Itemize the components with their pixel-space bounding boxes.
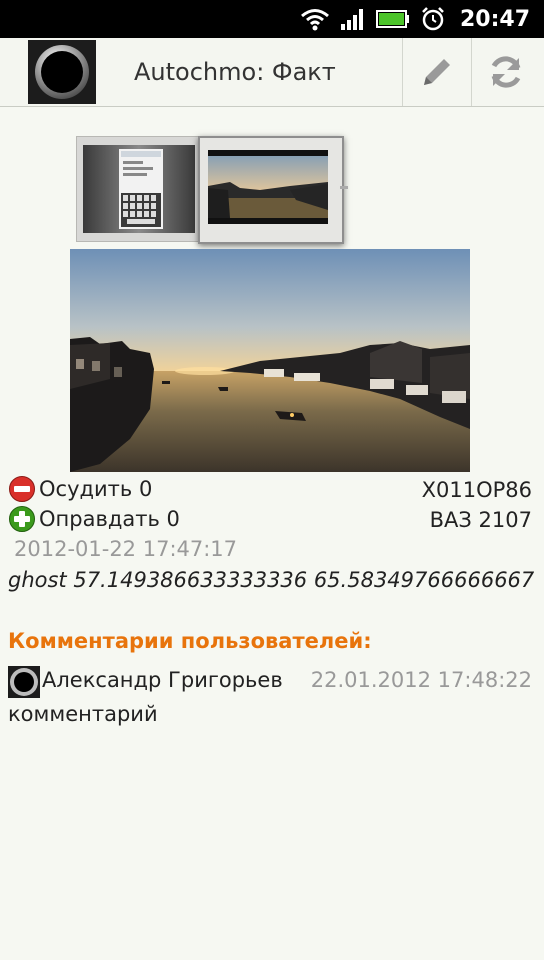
fact-datetime: 2012-01-22 17:47:17 [14, 537, 238, 561]
condemn-button[interactable]: Осудить 0 [39, 477, 152, 501]
condemn-row: Осудить 0 Х011ОР86 [8, 475, 536, 505]
car-model: ВАЗ 2107 [429, 508, 532, 532]
refresh-button[interactable] [471, 38, 540, 106]
signal-icon [340, 9, 363, 30]
user-avatar-icon [8, 666, 40, 698]
app-logo-icon[interactable] [28, 40, 96, 104]
comment-author: Александр Григорьев [42, 668, 283, 692]
comment-text: комментарий [8, 702, 158, 726]
main-photo[interactable] [70, 249, 470, 472]
justify-row: Оправдать 0 ВАЗ 2107 [8, 505, 536, 535]
status-icons: 20:47 [300, 0, 530, 38]
license-plate: Х011ОР86 [421, 478, 532, 502]
alarm-icon [422, 7, 444, 31]
edit-pencil-icon [424, 59, 450, 85]
edit-button[interactable] [402, 38, 471, 106]
fact-location: ghost 57.149386633333336 65.583497666666… [8, 568, 535, 592]
photo-thumbnail[interactable] [76, 136, 202, 242]
status-bar: 20:47 [0, 0, 544, 38]
comment-date: 22.01.2012 17:48:22 [310, 668, 532, 692]
justify-button[interactable]: Оправдать 0 [39, 507, 180, 531]
page-title: Autochmo: Факт [134, 58, 336, 86]
comment-item: Александр Григорьев 22.01.2012 17:48:22 [8, 666, 536, 698]
refresh-icon [491, 56, 521, 88]
condemn-minus-icon[interactable] [8, 475, 36, 503]
status-time: 20:47 [459, 6, 530, 32]
wifi-icon [301, 9, 329, 31]
action-bar: Autochmo: Факт [0, 38, 544, 107]
comments-header: Комментарии пользователей: [8, 629, 372, 653]
justify-plus-icon[interactable] [8, 505, 36, 533]
battery-icon [375, 10, 409, 28]
photo-thumbnail-selected[interactable] [198, 136, 344, 244]
gallery-divider [340, 186, 348, 189]
